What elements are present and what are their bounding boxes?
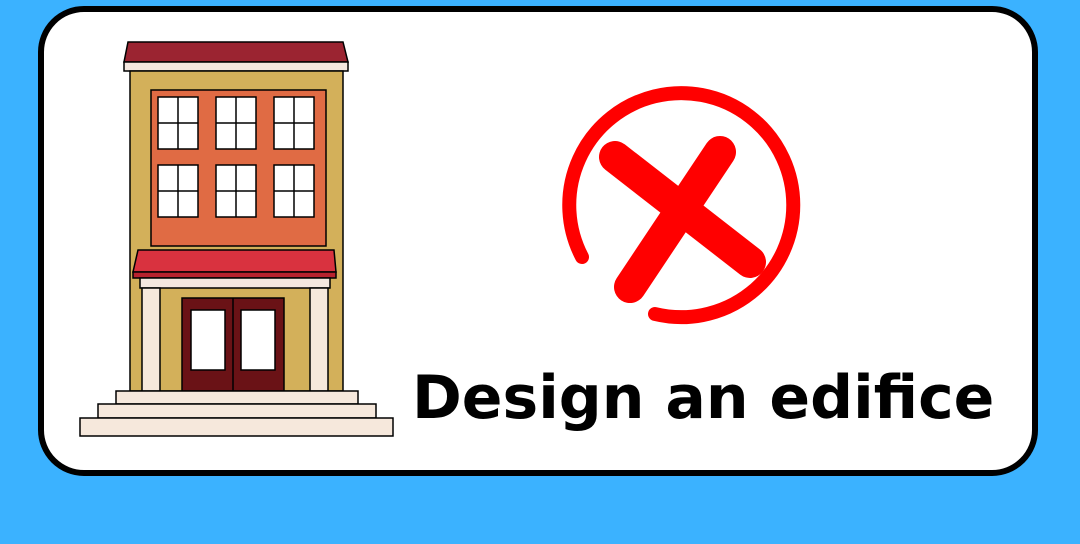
column-right (309, 287, 329, 392)
roof (123, 41, 349, 63)
step-middle (97, 403, 377, 419)
window (215, 96, 257, 150)
window (157, 96, 199, 150)
x-mark-icon (562, 86, 801, 325)
window (273, 164, 315, 218)
roof-trim (123, 61, 349, 72)
window (157, 164, 199, 218)
window (273, 96, 315, 150)
window (215, 164, 257, 218)
awning (132, 249, 337, 273)
step-top (115, 390, 359, 405)
door-glass-right (240, 309, 276, 371)
page: { "caption": { "text": "Design an edific… (0, 0, 1080, 544)
building-icon (79, 41, 394, 437)
lintel (139, 277, 331, 289)
column-left (141, 287, 161, 392)
awning-trim (132, 271, 337, 279)
step-bottom (79, 417, 394, 437)
door-glass-left (190, 309, 226, 371)
caption-title: Design an edifice (412, 363, 995, 433)
